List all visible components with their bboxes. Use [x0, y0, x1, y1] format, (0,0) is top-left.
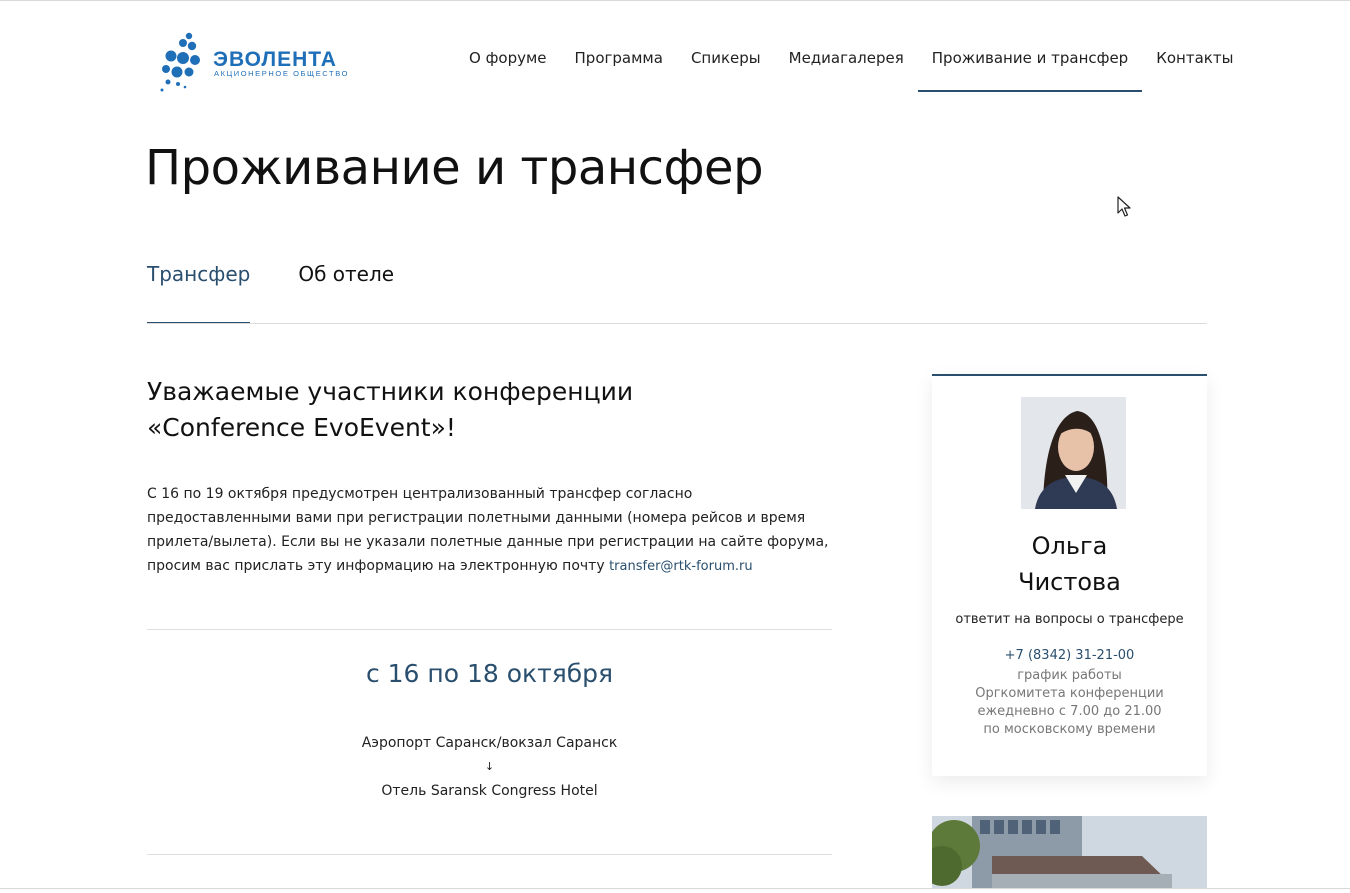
schedule-line: график работы	[1017, 668, 1122, 683]
schedule-line: ежедневно с 7.00 до 21.00	[977, 704, 1162, 719]
hotel-photo	[932, 816, 1207, 888]
logo-subtitle: АКЦИОНЕРНОЕ ОБЩЕСТВО	[214, 69, 350, 78]
contact-name: Ольга Чистова	[932, 528, 1207, 600]
company-logo[interactable]: ЭВОЛЕНТА АКЦИОНЕРНОЕ ОБЩЕСТВО	[158, 30, 358, 94]
nav-item-contacts[interactable]: Контакты	[1142, 0, 1247, 94]
divider	[147, 854, 832, 855]
contact-first-name: Ольга	[1031, 532, 1108, 560]
nav-item-about[interactable]: О форуме	[455, 0, 561, 94]
contact-photo	[1021, 397, 1126, 509]
greeting-heading: Уважаемые участники конференции «Confere…	[147, 374, 707, 446]
greeting-line-2: «Conference EvoEvent»!	[147, 413, 456, 442]
logo-dots-icon	[160, 32, 200, 92]
nav-item-speakers[interactable]: Спикеры	[677, 0, 775, 94]
nav-item-program[interactable]: Программа	[561, 0, 677, 94]
email-link[interactable]: transfer@rtk-forum.ru	[609, 559, 753, 574]
nav-item-media[interactable]: Медиагалерея	[775, 0, 918, 94]
transfer-dates: с 16 по 18 октября	[365, 659, 614, 688]
route-to: Отель Saransk Congress Hotel	[381, 783, 598, 799]
tab-transfer[interactable]: Трансфер	[147, 262, 251, 324]
arrow-down-icon: ↓	[484, 760, 495, 773]
contact-card: Ольга Чистова ответит на вопросы о транс…	[932, 374, 1207, 776]
main-nav: О форуме Программа Спикеры Медиагалерея …	[455, 0, 1247, 94]
mouse-cursor-icon	[1117, 196, 1131, 217]
greeting-line-1: Уважаемые участники конференции	[147, 377, 634, 406]
intro-paragraph: С 16 по 19 октября предусмотрен централи…	[147, 482, 837, 579]
route-from: Аэропорт Саранск/вокзал Саранск	[361, 735, 618, 751]
nav-item-accommodation[interactable]: Проживание и трансфер	[917, 0, 1143, 94]
work-schedule: график работы Оргкомитета конференции еж…	[932, 667, 1207, 739]
person-photo-icon	[1021, 397, 1126, 509]
tabs-divider	[147, 323, 1207, 324]
schedule-line: по московскому времени	[983, 722, 1156, 737]
page-title: Проживание и трансфер	[145, 140, 764, 196]
contact-phone-link[interactable]: +7 (8342) 31-21-00	[932, 648, 1207, 663]
contact-role: ответит на вопросы о трансфере	[955, 612, 1184, 627]
transfer-route: Аэропорт Саранск/вокзал Саранск ↓ Отель …	[147, 731, 832, 803]
contact-last-name: Чистова	[1018, 568, 1121, 596]
hotel-building-icon	[932, 816, 1207, 888]
divider	[147, 629, 832, 630]
tab-bar: Трансфер Об отеле	[147, 262, 442, 324]
tab-hotel[interactable]: Об отеле	[298, 262, 394, 324]
schedule-line: Оргкомитета конференции	[975, 686, 1164, 701]
bottom-border	[0, 888, 1350, 889]
